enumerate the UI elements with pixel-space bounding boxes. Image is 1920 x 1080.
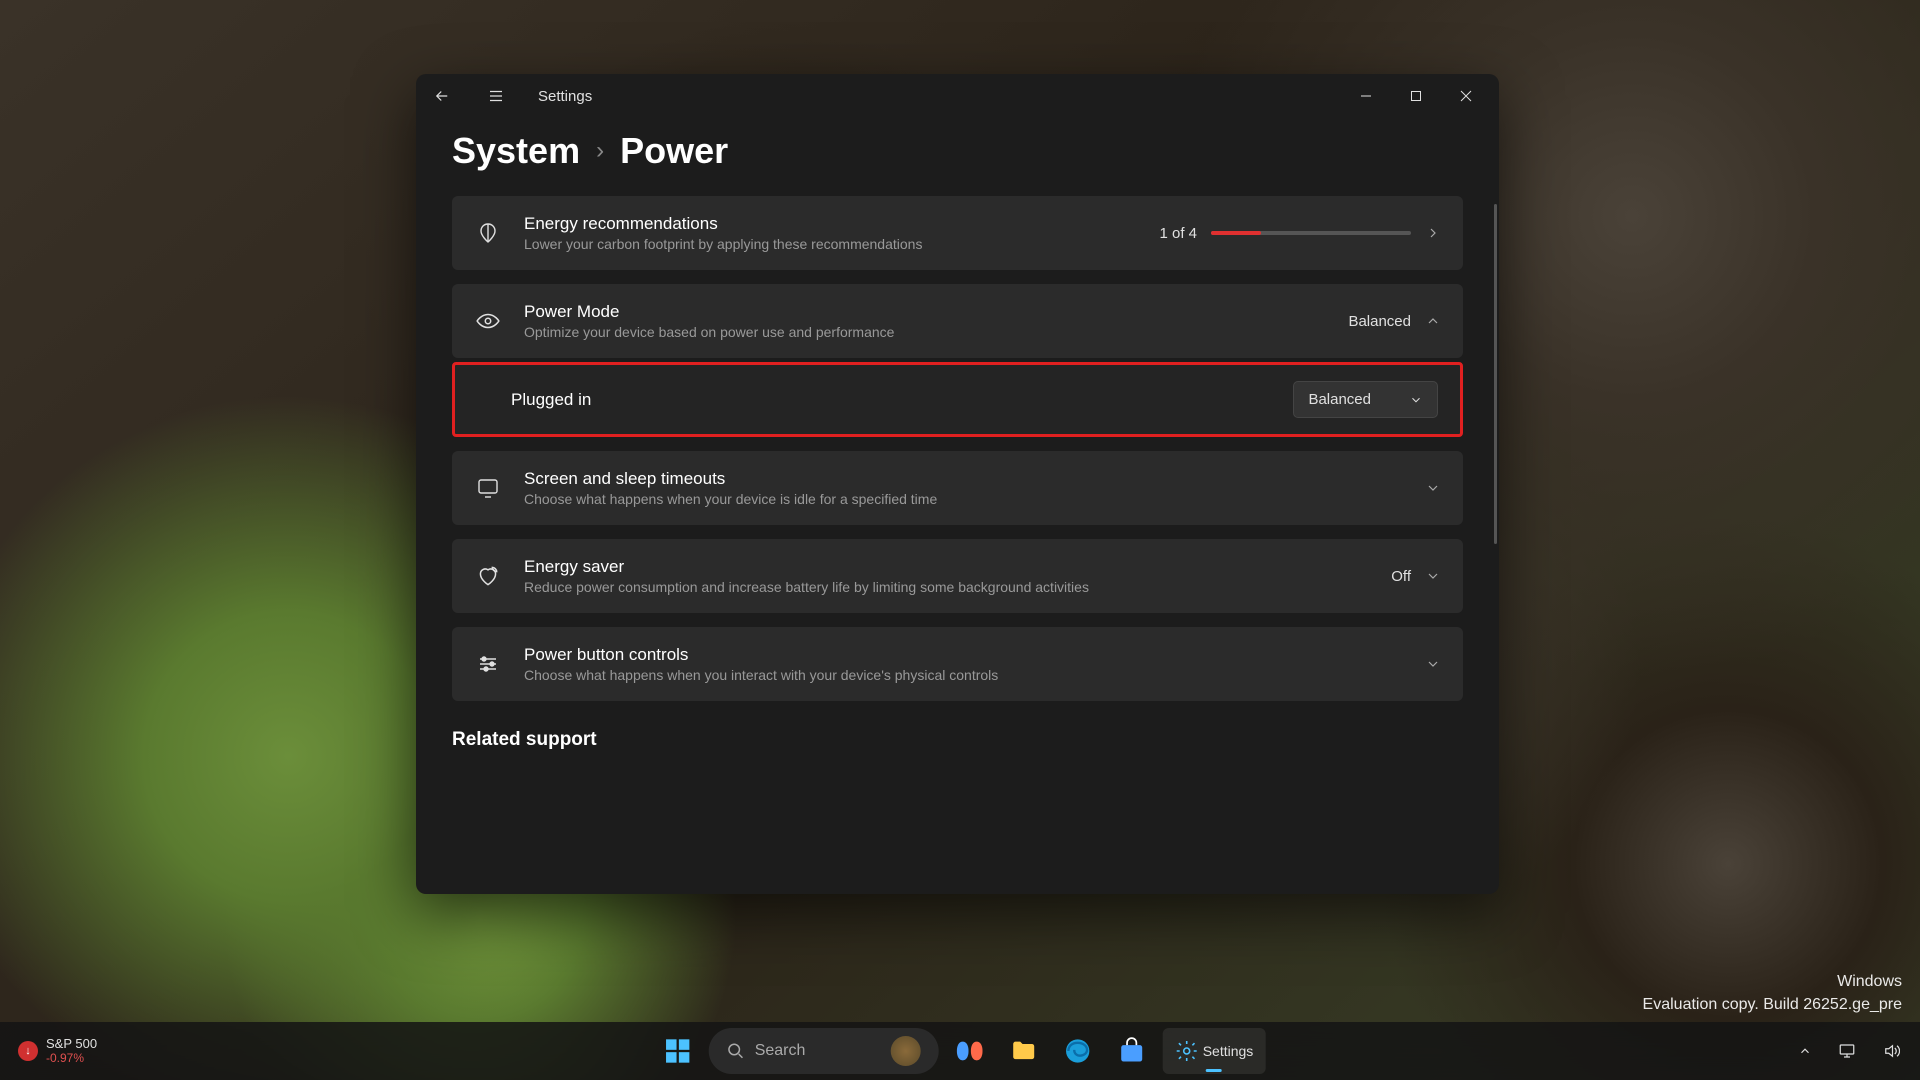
power-mode-value: Balanced	[1348, 313, 1411, 330]
energy-rec-progress-text: 1 of 4	[1159, 225, 1197, 242]
back-button[interactable]	[424, 78, 460, 114]
settings-window: Settings System › Power Energy recommend…	[416, 74, 1499, 894]
energy-saver-card[interactable]: Energy saver Reduce power consumption an…	[452, 539, 1463, 613]
breadcrumb: System › Power	[452, 130, 1463, 172]
taskbar: ↓ S&P 500 -0.97% Search	[0, 1022, 1920, 1080]
power-mode-sub: Optimize your device based on power use …	[524, 324, 1326, 340]
chevron-up-icon	[1798, 1044, 1812, 1058]
energy-saver-title: Energy saver	[524, 557, 1369, 577]
chevron-right-icon	[1425, 225, 1441, 241]
taskbar-app-store[interactable]	[1109, 1028, 1155, 1074]
taskbar-app-settings[interactable]: Settings	[1163, 1028, 1266, 1074]
breadcrumb-system[interactable]: System	[452, 130, 580, 172]
stock-widget[interactable]: ↓ S&P 500 -0.97%	[8, 1033, 107, 1068]
power-button-title: Power button controls	[524, 645, 1403, 665]
energy-rec-sub: Lower your carbon footprint by applying …	[524, 236, 1137, 252]
energy-rec-progress-fill	[1211, 231, 1261, 235]
gear-icon	[1175, 1039, 1199, 1063]
watermark-line1: Windows	[1643, 971, 1902, 993]
folder-icon	[1010, 1037, 1038, 1065]
minimize-button[interactable]	[1341, 78, 1391, 114]
hamburger-icon	[487, 87, 505, 105]
power-mode-title: Power Mode	[524, 302, 1326, 322]
tray-network[interactable]	[1832, 1036, 1862, 1066]
plugged-in-dropdown-value: Balanced	[1308, 391, 1371, 408]
energy-recommendations-card[interactable]: Energy recommendations Lower your carbon…	[452, 196, 1463, 270]
back-arrow-icon	[433, 87, 451, 105]
sliders-icon	[474, 650, 502, 678]
monitor-network-icon	[1838, 1042, 1856, 1060]
plugged-in-label: Plugged in	[511, 390, 1271, 410]
monitor-icon	[474, 474, 502, 502]
maximize-icon	[1410, 90, 1422, 102]
stock-name: S&P 500	[46, 1037, 97, 1051]
heart-leaf-icon	[474, 562, 502, 590]
minimize-icon	[1360, 90, 1372, 102]
plugged-in-dropdown[interactable]: Balanced	[1293, 381, 1438, 418]
tray-volume[interactable]	[1876, 1036, 1906, 1066]
breadcrumb-power: Power	[620, 130, 728, 172]
energy-rec-title: Energy recommendations	[524, 214, 1137, 234]
taskbar-app-edge[interactable]	[1055, 1028, 1101, 1074]
nav-menu-button[interactable]	[478, 78, 514, 114]
search-icon	[727, 1042, 745, 1060]
copilot-icon	[956, 1037, 984, 1065]
close-button[interactable]	[1441, 78, 1491, 114]
tray-overflow[interactable]	[1792, 1038, 1818, 1064]
maximize-button[interactable]	[1391, 78, 1441, 114]
search-highlight-icon	[891, 1036, 921, 1066]
plugged-in-row: Plugged in Balanced	[452, 362, 1463, 437]
store-icon	[1118, 1037, 1146, 1065]
taskbar-app-explorer[interactable]	[1001, 1028, 1047, 1074]
edge-icon	[1064, 1037, 1092, 1065]
close-icon	[1460, 90, 1472, 102]
screen-sleep-title: Screen and sleep timeouts	[524, 469, 1403, 489]
power-button-controls-card[interactable]: Power button controls Choose what happen…	[452, 627, 1463, 701]
screen-sleep-card[interactable]: Screen and sleep timeouts Choose what ha…	[452, 451, 1463, 525]
energy-saver-sub: Reduce power consumption and increase ba…	[524, 579, 1369, 595]
volume-icon	[1882, 1042, 1900, 1060]
app-title: Settings	[538, 88, 592, 105]
chevron-right-icon: ›	[596, 137, 604, 165]
chevron-down-icon	[1409, 393, 1423, 407]
start-button[interactable]	[655, 1028, 701, 1074]
energy-rec-progress-bar	[1211, 231, 1411, 235]
chevron-down-icon	[1425, 656, 1441, 672]
eye-icon	[474, 307, 502, 335]
power-mode-card[interactable]: Power Mode Optimize your device based on…	[452, 284, 1463, 358]
taskbar-settings-label: Settings	[1203, 1043, 1254, 1059]
chevron-up-icon	[1425, 313, 1441, 329]
chevron-down-icon	[1425, 568, 1441, 584]
windows-icon	[664, 1037, 692, 1065]
search-placeholder: Search	[755, 1042, 806, 1060]
power-button-sub: Choose what happens when you interact wi…	[524, 667, 1403, 683]
settings-content: System › Power Energy recommendations Lo…	[416, 118, 1499, 894]
stock-change: -0.97%	[46, 1052, 97, 1065]
windows-watermark: Windows Evaluation copy. Build 26252.ge_…	[1643, 971, 1902, 1016]
related-support-heading: Related support	[452, 729, 1463, 751]
leaf-icon	[474, 219, 502, 247]
titlebar: Settings	[416, 74, 1499, 118]
stock-down-icon: ↓	[18, 1041, 38, 1061]
screen-sleep-sub: Choose what happens when your device is …	[524, 491, 1403, 507]
energy-saver-value: Off	[1391, 568, 1411, 585]
watermark-line2: Evaluation copy. Build 26252.ge_pre	[1643, 994, 1902, 1016]
scrollbar[interactable]	[1494, 204, 1497, 544]
taskbar-search[interactable]: Search	[709, 1028, 939, 1074]
chevron-down-icon	[1425, 480, 1441, 496]
taskbar-app-copilot[interactable]	[947, 1028, 993, 1074]
